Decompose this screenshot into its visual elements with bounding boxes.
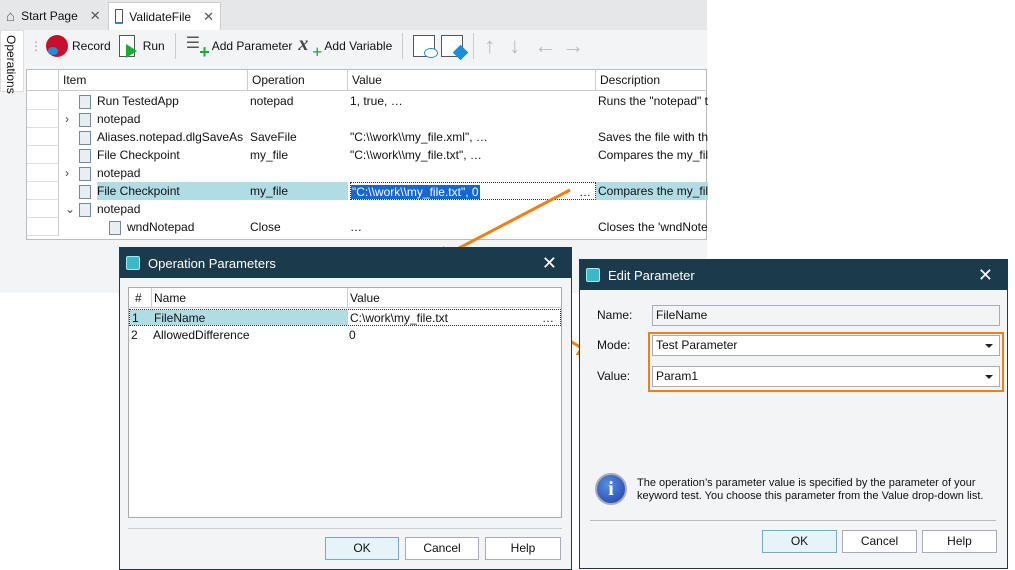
parameter-row[interactable]: 1 FileName C:\work\my_file.txt … xyxy=(129,309,561,326)
help-button[interactable]: Help xyxy=(485,537,561,560)
info-icon: i xyxy=(595,473,627,505)
chevron-down-icon xyxy=(985,344,993,348)
app-icon xyxy=(126,256,140,270)
app-icon xyxy=(586,268,600,282)
ok-button[interactable]: OK xyxy=(762,530,837,553)
cancel-button[interactable]: Cancel xyxy=(405,537,479,560)
parameter-row[interactable]: 2 AllowedDifference 0 xyxy=(129,327,561,344)
edit-parameter-dialog: Edit Parameter ✕ Name: FileName Mode: Tes… xyxy=(579,259,1008,569)
help-button[interactable]: Help xyxy=(922,530,997,553)
info-text: The operation’s parameter value is speci… xyxy=(637,477,984,502)
divider xyxy=(590,520,996,521)
close-icon[interactable]: ✕ xyxy=(978,265,993,286)
grid-header: # Name Value xyxy=(129,288,561,308)
dialog-title-bar: Operation Parameters ✕ xyxy=(120,248,571,278)
value-select[interactable]: Param1 xyxy=(652,366,1000,387)
ok-button[interactable]: OK xyxy=(325,537,399,560)
operation-parameters-dialog: Operation Parameters ✕ # Name Value 1 Fil… xyxy=(119,247,572,570)
cancel-button[interactable]: Cancel xyxy=(842,530,917,553)
divider xyxy=(128,528,562,529)
ellipsis-button[interactable]: … xyxy=(542,310,554,327)
parameters-grid: # Name Value 1 FileName C:\work\my_file.… xyxy=(128,287,562,518)
close-icon[interactable]: ✕ xyxy=(542,253,557,274)
dialog-title-bar: Edit Parameter ✕ xyxy=(580,260,1007,290)
name-field[interactable]: FileName xyxy=(652,305,1000,326)
chevron-down-icon xyxy=(985,375,993,379)
mode-select[interactable]: Test Parameter xyxy=(652,335,1000,356)
